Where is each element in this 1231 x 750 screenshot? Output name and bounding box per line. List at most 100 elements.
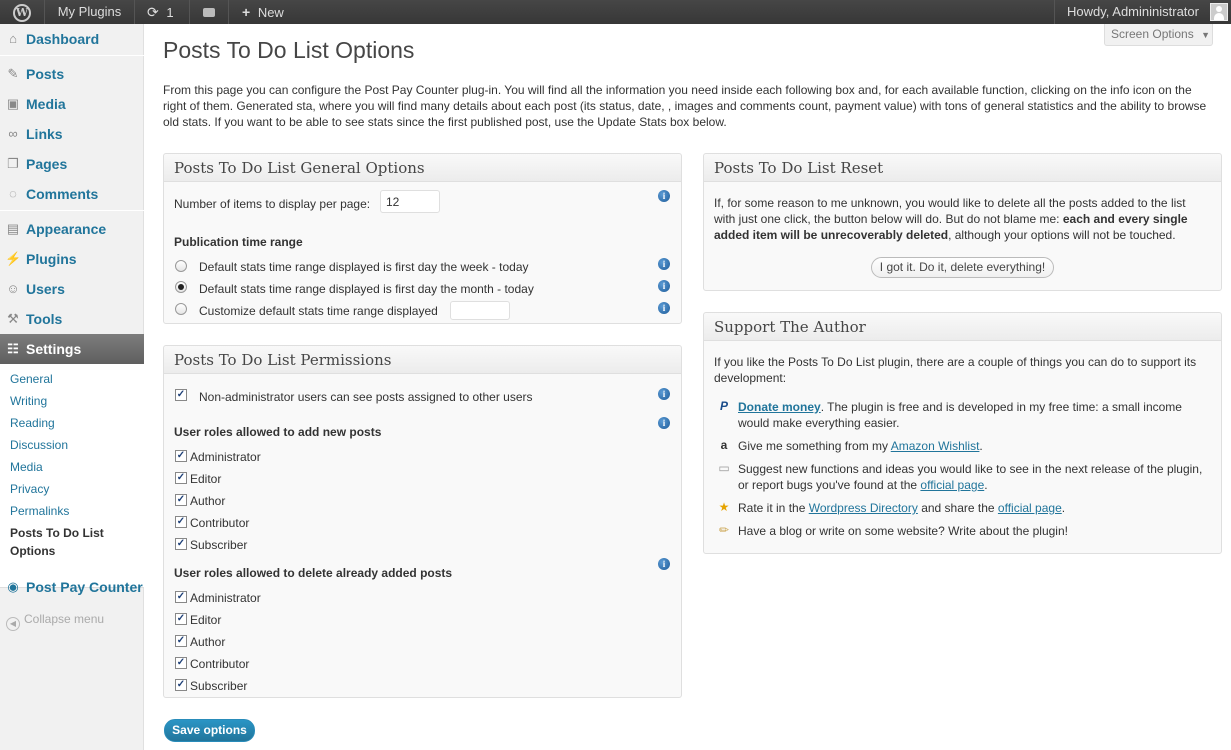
non-admin-checkbox[interactable]: ✓ xyxy=(175,389,187,401)
delete-role-label: Author xyxy=(190,635,226,649)
support-text: Give me something from my xyxy=(738,439,891,453)
amazon-wishlist-link[interactable]: Amazon Wishlist xyxy=(891,439,980,453)
menu-separator xyxy=(0,210,144,211)
support-box: Support The Author If you like the Posts… xyxy=(703,312,1222,554)
add-role-label: Administrator xyxy=(190,450,261,464)
sidebar-item-dashboard[interactable]: ⌂ Dashboard xyxy=(0,24,144,54)
sidebar-item-links[interactable]: ∞ Links xyxy=(0,119,144,149)
settings-icon: ☷ xyxy=(7,341,19,356)
add-role-label: Author xyxy=(190,494,226,508)
add-role-label: Editor xyxy=(190,472,222,486)
add-roles-heading: User roles allowed to add new posts xyxy=(174,425,382,439)
sidebar-item-label: Posts xyxy=(26,66,65,82)
dashboard-icon: ⌂ xyxy=(9,31,17,46)
sidebar-item-settings[interactable]: ☷ Settings xyxy=(0,334,144,364)
items-per-page-input[interactable] xyxy=(380,190,440,213)
submenu-item-general[interactable]: General xyxy=(10,370,53,388)
new-content-menu[interactable]: + New xyxy=(229,0,299,24)
delete-role-checkbox[interactable]: ✓ xyxy=(175,635,187,647)
wordpress-directory-link[interactable]: Wordpress Directory xyxy=(809,501,918,515)
post-pay-counter-icon: ◉ xyxy=(7,579,19,594)
donate-money-link[interactable]: Donate money xyxy=(738,400,821,414)
collapse-arrow-icon: ◀ xyxy=(6,617,20,631)
submenu-item-media[interactable]: Media xyxy=(10,458,43,476)
submenu-item-reading[interactable]: Reading xyxy=(10,414,55,432)
submenu-item-privacy[interactable]: Privacy xyxy=(10,480,49,498)
submenu-item-posts-to-do-list-options[interactable]: Posts To Do List Options xyxy=(10,524,130,560)
info-icon[interactable]: i xyxy=(658,558,670,570)
save-options-button[interactable]: Save options xyxy=(164,719,255,742)
comment-icon: ◌ xyxy=(9,186,17,201)
official-page-link[interactable]: official page xyxy=(920,478,984,492)
howdy-label: Howdy, Admininistrator xyxy=(1067,4,1199,19)
screen-options-button[interactable]: Screen Options ▼ xyxy=(1104,24,1213,46)
sidebar-item-comments[interactable]: ◌ Comments xyxy=(0,179,144,209)
reset-text: , although your options will not be touc… xyxy=(948,228,1176,242)
page-title: Posts To Do List Options xyxy=(163,37,415,63)
add-role-checkbox[interactable]: ✓ xyxy=(175,472,187,484)
support-wishlist-item: Give me something from my Amazon Wishlis… xyxy=(738,438,1208,454)
site-name-menu[interactable]: My Plugins xyxy=(45,0,135,24)
sidebar-item-label: Tools xyxy=(26,311,63,327)
non-admin-label: Non-administrator users can see posts as… xyxy=(199,390,533,404)
delete-role-checkbox[interactable]: ✓ xyxy=(175,657,187,669)
add-role-checkbox[interactable]: ✓ xyxy=(175,494,187,506)
settings-submenu: General Writing Reading Discussion Media… xyxy=(0,364,144,588)
plugin-icon: ⚡ xyxy=(5,251,22,266)
range-month-label: Default stats time range displayed is fi… xyxy=(199,282,534,296)
site-name-label: My Plugins xyxy=(57,4,122,19)
updates-menu[interactable]: ⟳ 1 xyxy=(135,0,190,24)
admin-sidebar: ⌂ Dashboard ✎ Posts ▣ Media ∞ Links ❐ Pa… xyxy=(0,24,144,750)
delete-role-checkbox[interactable]: ✓ xyxy=(175,613,187,625)
add-role-checkbox[interactable]: ✓ xyxy=(175,516,187,528)
custom-range-input[interactable] xyxy=(450,301,510,320)
sidebar-item-tools[interactable]: ⚒ Tools xyxy=(0,304,144,334)
general-options-title: Posts To Do List General Options xyxy=(164,154,681,182)
info-icon[interactable]: i xyxy=(658,388,670,400)
delete-everything-button[interactable]: I got it. Do it, delete everything! xyxy=(871,257,1054,278)
admin-bar: W My Plugins ⟳ 1 + New Howdy, Admininist… xyxy=(0,0,1231,24)
info-icon[interactable]: i xyxy=(658,280,670,292)
info-icon[interactable]: i xyxy=(658,302,670,314)
info-icon[interactable]: i xyxy=(658,417,670,429)
delete-role-label: Subscriber xyxy=(190,679,248,693)
sidebar-item-media[interactable]: ▣ Media xyxy=(0,89,144,119)
info-icon[interactable]: i xyxy=(658,258,670,270)
wordpress-logo-menu[interactable]: W xyxy=(0,0,45,24)
delete-role-label: Administrator xyxy=(190,591,261,605)
sidebar-item-pages[interactable]: ❐ Pages xyxy=(0,149,144,179)
collapse-menu-button[interactable]: ◀ Collapse menu xyxy=(6,612,104,631)
range-week-radio[interactable] xyxy=(175,260,187,272)
range-custom-radio[interactable] xyxy=(175,303,187,315)
sidebar-item-label: Settings xyxy=(26,341,82,357)
my-account-menu[interactable]: Howdy, Admininistrator xyxy=(1054,0,1231,24)
comment-bubble-icon xyxy=(203,8,215,17)
pencil-icon: ✏ xyxy=(718,523,730,537)
reset-box: Posts To Do List Reset If, for some reas… xyxy=(703,153,1222,291)
sidebar-item-post-pay-counter[interactable]: ◉ Post Pay Counter xyxy=(0,572,144,602)
add-role-checkbox[interactable]: ✓ xyxy=(175,538,187,550)
delete-role-checkbox[interactable]: ✓ xyxy=(175,679,187,691)
submenu-item-permalinks[interactable]: Permalinks xyxy=(10,502,69,520)
info-icon[interactable]: i xyxy=(658,190,670,202)
sidebar-item-plugins[interactable]: ⚡ Plugins xyxy=(0,244,144,274)
new-label: New xyxy=(257,5,284,20)
appearance-icon: ▤ xyxy=(6,221,20,236)
submenu-item-discussion[interactable]: Discussion xyxy=(10,436,68,454)
add-role-checkbox[interactable]: ✓ xyxy=(175,450,187,462)
support-text: . xyxy=(1061,501,1066,515)
official-page-link[interactable]: official page xyxy=(998,501,1062,515)
comments-menu[interactable] xyxy=(190,0,229,24)
pin-icon: ✎ xyxy=(7,66,19,81)
sidebar-item-users[interactable]: ☺ Users xyxy=(0,274,144,304)
reset-description: If, for some reason to me unknown, you w… xyxy=(714,195,1209,243)
sidebar-item-posts[interactable]: ✎ Posts xyxy=(0,59,144,89)
delete-role-label: Contributor xyxy=(190,657,250,671)
sidebar-item-appearance[interactable]: ▤ Appearance xyxy=(0,214,144,244)
support-intro: If you like the Posts To Do List plugin,… xyxy=(714,355,1197,385)
delete-role-checkbox[interactable]: ✓ xyxy=(175,591,187,603)
range-month-radio[interactable] xyxy=(175,281,187,293)
sidebar-item-label: Media xyxy=(26,96,66,112)
pages-icon: ❐ xyxy=(7,156,19,171)
submenu-item-writing[interactable]: Writing xyxy=(10,392,47,410)
